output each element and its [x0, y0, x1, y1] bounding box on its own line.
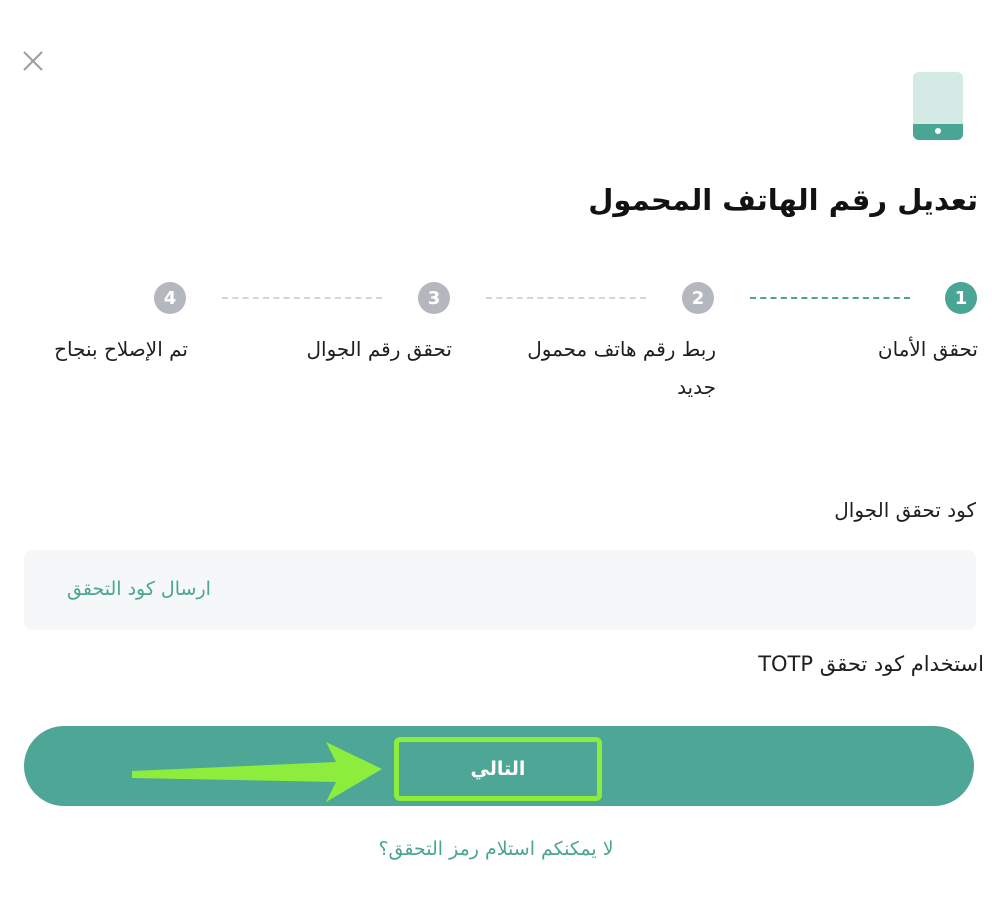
- sms-code-label: كود تحقق الجوال: [834, 498, 976, 522]
- step-4-indicator: 4: [154, 282, 186, 314]
- step-4-label: تم الإصلاح بنجاح: [54, 337, 188, 361]
- step-1-label: تحقق الأمان: [877, 337, 978, 361]
- send-code-link[interactable]: ارسال كود التحقق: [67, 578, 211, 600]
- sms-code-input[interactable]: ارسال كود التحقق: [24, 550, 976, 630]
- step-1-indicator: 1: [945, 282, 977, 314]
- step-connector-2: [486, 297, 646, 299]
- next-button-label: التالي: [470, 758, 526, 780]
- step-connector-1: [750, 297, 910, 299]
- close-button[interactable]: [18, 46, 48, 76]
- cant-receive-code-link[interactable]: لا يمكنكم استلام رمز التحقق؟: [0, 838, 992, 860]
- page-title: تعديل رقم الهاتف المحمول: [588, 183, 978, 217]
- step-2-label: ربط رقم هاتف محمول جديد: [527, 337, 716, 399]
- next-button[interactable]: التالي: [24, 726, 974, 806]
- highlight-box: التالي: [394, 737, 602, 801]
- progress-stepper: 1 تحقق الأمان 2 ربط رقم هاتف محمول جديد …: [0, 282, 992, 412]
- step-3-indicator: 3: [418, 282, 450, 314]
- mobile-phone-icon: [913, 72, 963, 140]
- close-icon: [23, 51, 43, 71]
- arrow-right-icon: [132, 742, 382, 802]
- use-totp-link[interactable]: استخدام كود تحقق TOTP: [758, 652, 984, 676]
- step-connector-3: [222, 297, 382, 299]
- step-2-indicator: 2: [682, 282, 714, 314]
- step-3-label: تحقق رقم الجوال: [306, 337, 453, 361]
